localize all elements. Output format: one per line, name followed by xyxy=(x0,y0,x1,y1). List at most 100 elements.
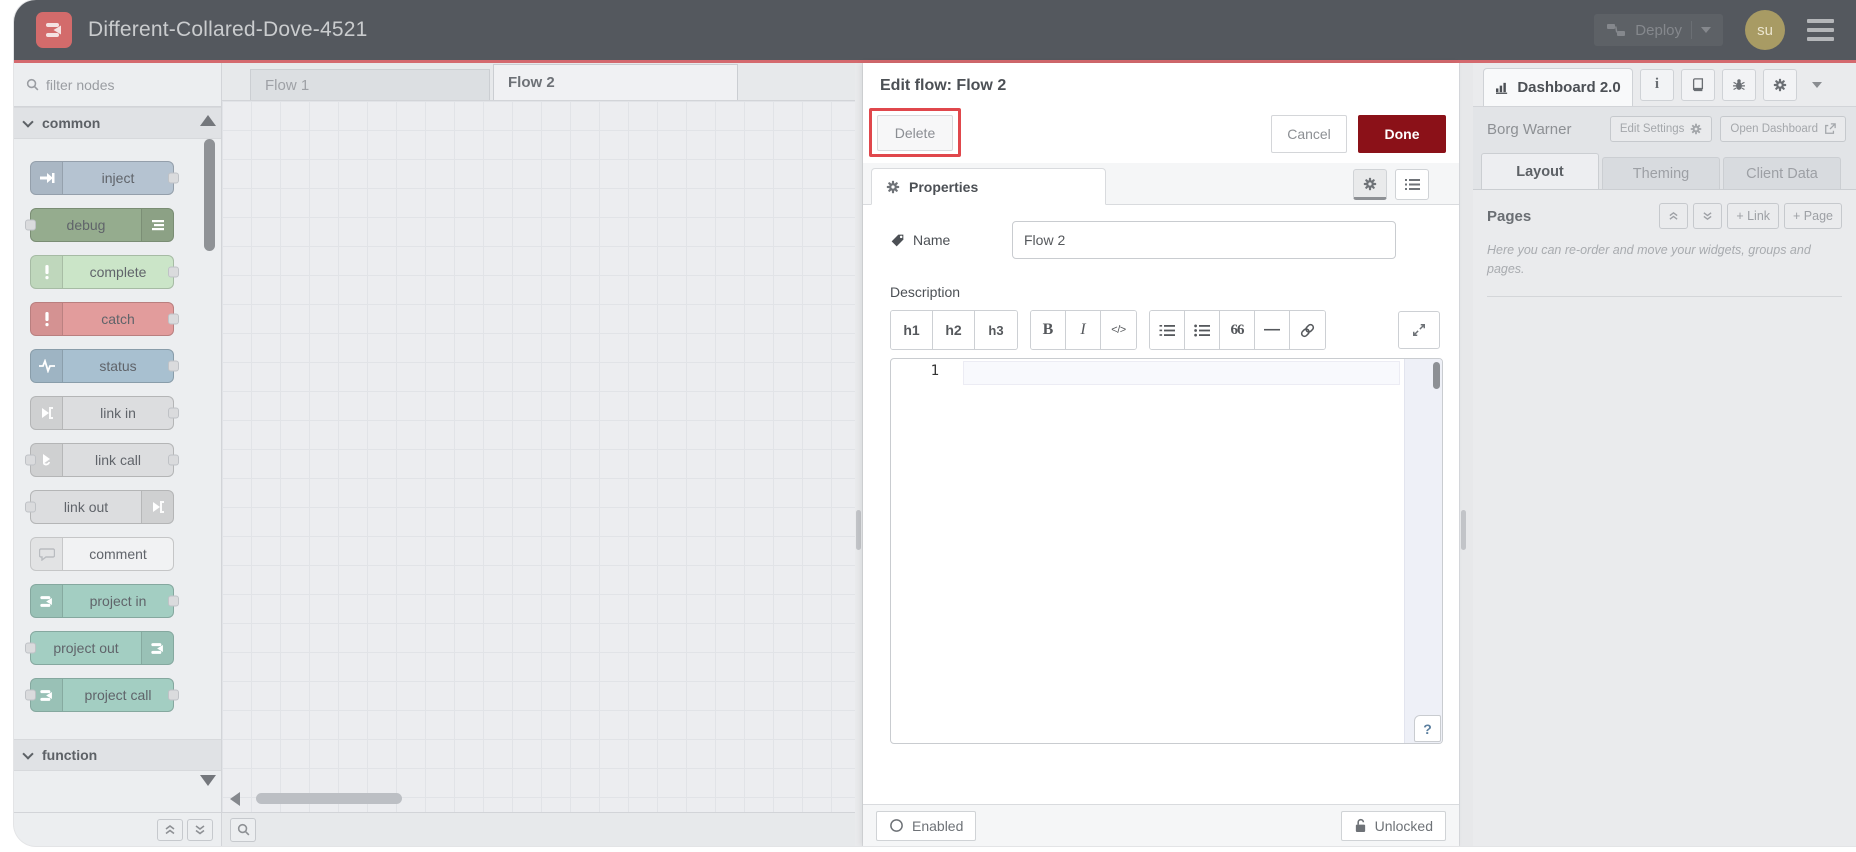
move-down-button[interactable] xyxy=(1693,203,1723,229)
node-port[interactable] xyxy=(168,407,179,419)
palette-scroll-up-icon[interactable] xyxy=(200,115,216,126)
node-port[interactable] xyxy=(25,219,36,231)
unordered-list-icon xyxy=(1194,324,1210,336)
node-port[interactable] xyxy=(168,689,179,701)
node-port[interactable] xyxy=(168,360,179,372)
drag-grip[interactable] xyxy=(1461,510,1466,550)
tab-layout[interactable]: Layout xyxy=(1481,153,1599,189)
add-page-button[interactable]: + Page xyxy=(1784,203,1842,229)
project-icon xyxy=(141,632,173,664)
palette-node-project-in[interactable]: project in xyxy=(30,584,179,618)
link-in-icon xyxy=(31,397,63,429)
tab-theming[interactable]: Theming xyxy=(1602,157,1720,189)
italic-button[interactable]: I xyxy=(1066,311,1101,349)
palette-node-comment[interactable]: comment xyxy=(30,537,174,571)
tab-client-data[interactable]: Client Data xyxy=(1723,157,1841,189)
palette-node-catch[interactable]: catch xyxy=(30,302,179,336)
bold-button[interactable]: B xyxy=(1031,311,1066,349)
canvas-scroll-left-icon[interactable] xyxy=(230,792,240,806)
palette-node-link-in[interactable]: link in xyxy=(30,396,179,430)
node-red-logo-icon xyxy=(36,12,72,48)
tab-dashboard-2[interactable]: Dashboard 2.0 xyxy=(1483,68,1633,106)
unordered-list-button[interactable] xyxy=(1185,311,1220,349)
node-port[interactable] xyxy=(25,501,36,513)
ordered-list-button[interactable] xyxy=(1150,311,1185,349)
drag-grip[interactable] xyxy=(856,510,861,550)
palette-node-link-call[interactable]: link call xyxy=(25,443,179,477)
edit-properties-button[interactable] xyxy=(1353,169,1387,200)
sidebar-resize-handle[interactable] xyxy=(1459,63,1473,846)
expand-editor-button[interactable] xyxy=(1398,311,1440,349)
add-link-button[interactable]: + Link xyxy=(1727,203,1780,229)
palette-section-function[interactable]: function xyxy=(14,739,221,771)
gear-icon xyxy=(1773,78,1787,91)
palette-node-project-out[interactable]: project out xyxy=(25,631,174,665)
pages-help-text: Here you can re-order and move your widg… xyxy=(1487,243,1811,277)
config-gear-button[interactable] xyxy=(1763,68,1797,101)
enabled-toggle-button[interactable]: Enabled xyxy=(876,810,977,841)
canvas-hscrollbar-thumb[interactable] xyxy=(256,793,402,804)
link-button[interactable] xyxy=(1290,311,1325,349)
done-button[interactable]: Done xyxy=(1358,115,1446,153)
tab-properties[interactable]: Properties xyxy=(871,168,1106,205)
user-avatar[interactable]: su xyxy=(1745,10,1785,50)
node-port[interactable] xyxy=(25,454,36,466)
flow-canvas[interactable] xyxy=(222,101,855,812)
markdown-toolbar: h1 h2 h3 B I </> 66 — xyxy=(890,310,1443,350)
flow-tab-1[interactable]: Flow 1 xyxy=(250,69,490,100)
open-dashboard-button[interactable]: Open Dashboard xyxy=(1720,116,1846,142)
editor-scrollbar-thumb[interactable] xyxy=(1433,362,1440,389)
heading3-button[interactable]: h3 xyxy=(975,311,1017,349)
heading1-button[interactable]: h1 xyxy=(891,311,933,349)
horizontal-rule-button[interactable]: — xyxy=(1255,311,1290,349)
debug-bug-button[interactable] xyxy=(1722,68,1756,101)
dialog-actions: Delete Cancel Done xyxy=(863,105,1459,163)
node-port[interactable] xyxy=(168,454,179,466)
palette-scrollbar-thumb[interactable] xyxy=(204,139,215,251)
cancel-button[interactable]: Cancel xyxy=(1271,115,1347,153)
comment-bubble-icon xyxy=(31,538,63,570)
expand-all-button[interactable] xyxy=(187,818,213,841)
chevron-down-icon xyxy=(22,115,34,128)
main-menu-icon[interactable] xyxy=(1807,19,1834,41)
flow-tab-2[interactable]: Flow 2 xyxy=(493,64,738,100)
tray-resize-handle[interactable] xyxy=(855,63,863,846)
editor-scrollbar-track[interactable] xyxy=(1404,359,1442,743)
flow-name-input[interactable] xyxy=(1012,221,1396,259)
node-port[interactable] xyxy=(168,266,179,278)
node-port[interactable] xyxy=(25,689,36,701)
quote-button[interactable]: 66 xyxy=(1220,311,1255,349)
zoom-search-button[interactable] xyxy=(230,817,256,842)
description-editor[interactable]: 1 ? xyxy=(890,358,1443,744)
info-tab-button[interactable]: i xyxy=(1640,68,1674,101)
move-up-button[interactable] xyxy=(1659,203,1689,229)
node-port[interactable] xyxy=(168,313,179,325)
deploy-button[interactable]: Deploy xyxy=(1594,14,1723,46)
deploy-caret-icon[interactable] xyxy=(1701,27,1711,33)
node-port[interactable] xyxy=(25,642,36,654)
bar-chart-icon xyxy=(1496,82,1508,94)
sidebar-menu-caret-icon[interactable] xyxy=(1812,81,1822,88)
palette-node-status[interactable]: status xyxy=(30,349,179,383)
heading2-button[interactable]: h2 xyxy=(933,311,975,349)
palette-scroll-down-icon[interactable] xyxy=(200,775,216,786)
instance-title: Different-Collared-Dove-4521 xyxy=(88,18,368,41)
lock-toggle-button[interactable]: Unlocked xyxy=(1340,810,1446,841)
palette-section-common[interactable]: common xyxy=(14,107,221,139)
delete-button[interactable]: Delete xyxy=(877,115,953,151)
palette-node-inject[interactable]: inject xyxy=(30,161,179,195)
palette-search[interactable]: filter nodes xyxy=(14,63,221,107)
palette-node-debug[interactable]: debug xyxy=(25,208,174,242)
edit-settings-button[interactable]: Edit Settings xyxy=(1609,116,1713,142)
palette-node-project-call[interactable]: project call xyxy=(25,678,179,712)
palette-node-complete[interactable]: complete xyxy=(30,255,179,289)
code-button[interactable]: </> xyxy=(1101,311,1136,349)
collapse-all-button[interactable] xyxy=(157,818,183,841)
node-port[interactable] xyxy=(168,172,179,184)
editor-help-button[interactable]: ? xyxy=(1414,715,1441,742)
node-port[interactable] xyxy=(168,595,179,607)
help-book-button[interactable] xyxy=(1681,68,1715,101)
palette-node-link-out[interactable]: link out xyxy=(25,490,174,524)
gear-icon xyxy=(1691,123,1702,135)
description-list-button[interactable] xyxy=(1395,169,1429,200)
